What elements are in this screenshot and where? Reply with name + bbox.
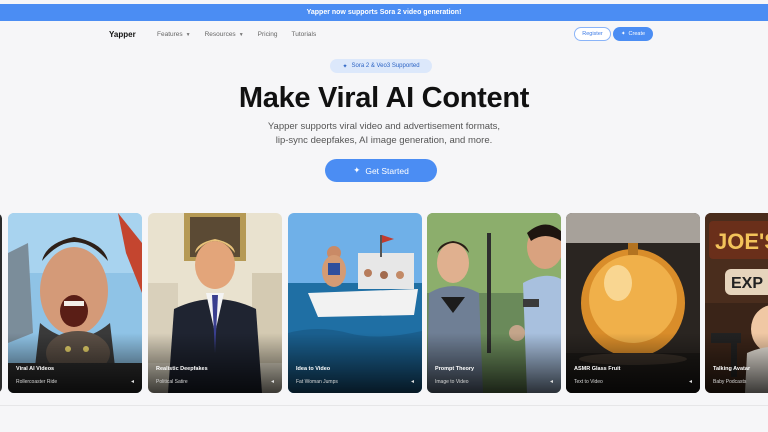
nav-features-label: Features xyxy=(157,31,183,38)
divider xyxy=(0,405,768,406)
card-title: Realistic Deepfakes xyxy=(156,366,208,372)
hero-subtitle-line-2: lip-sync deepfakes, AI image generation,… xyxy=(275,135,493,146)
carousel-card[interactable]: Idea to Video Fat Woman Jumps ◂ xyxy=(288,213,422,393)
example-carousel[interactable]: Viral AI Videos Rollercoaster Ride ◂ Rea… xyxy=(0,213,768,393)
hero-title: Make Viral AI Content xyxy=(238,82,530,114)
svg-text:EXP: EXP xyxy=(731,275,763,292)
get-started-label: Get Started xyxy=(365,165,409,176)
nav-resources-label: Resources xyxy=(204,31,236,38)
card-title: Prompt Theory xyxy=(435,366,475,372)
card-title: Viral AI Videos xyxy=(16,366,55,372)
card-title: Talking Avatar xyxy=(713,366,751,372)
nav-features[interactable]: Features ▼ xyxy=(157,31,191,38)
get-started-button[interactable]: ✦ Get Started xyxy=(325,159,437,182)
card-subtitle: Rollercoaster Ride xyxy=(16,379,58,385)
card-subtitle: Fat Woman Jumps xyxy=(296,379,338,385)
create-button[interactable]: ✦ Create xyxy=(613,27,653,41)
hero-subtitle: Yapper supports viral video and advertis… xyxy=(264,120,504,148)
announcement-text: Yapper now supports Sora 2 video generat… xyxy=(306,9,462,16)
carousel-card[interactable]: ASMR Glass Fruit Text to Video ◂ xyxy=(566,213,700,393)
nav-links: Features ▼ Resources ▼ Pricing Tutorials xyxy=(157,31,330,38)
svg-text:JOE'S: JOE'S xyxy=(715,229,768,254)
card-subtitle: Political Satire xyxy=(156,379,188,385)
speaker-icon[interactable]: ◂ xyxy=(411,378,414,385)
chevron-down-icon: ▼ xyxy=(185,31,191,38)
card-title: ASMR Glass Fruit xyxy=(574,366,621,372)
nav-tutorials[interactable]: Tutorials xyxy=(292,31,317,38)
card-subtitle: Text to Video xyxy=(574,379,603,385)
announcement-banner[interactable]: Yapper now supports Sora 2 video generat… xyxy=(0,4,768,21)
sparkle-icon: ✦ xyxy=(353,165,361,175)
hero-subtitle-line-1: Yapper supports viral video and advertis… xyxy=(267,121,501,132)
carousel-card[interactable]: Viral AI Videos Rollercoaster Ride ◂ xyxy=(8,213,142,393)
joes-neon-sign: JOE'S xyxy=(709,221,768,259)
card-subtitle: Baby Podcasts xyxy=(713,379,747,385)
supported-badge: ✦ Sora 2 & Veo3 Supported xyxy=(330,59,432,73)
speaker-icon[interactable]: ◂ xyxy=(131,378,134,385)
nav-tutorials-label: Tutorials xyxy=(291,31,317,38)
speaker-icon[interactable]: ◂ xyxy=(271,378,274,385)
supported-badge-label: Sora 2 & Veo3 Supported xyxy=(351,63,420,69)
nav-pricing-label: Pricing xyxy=(257,31,278,38)
nav-pricing[interactable]: Pricing xyxy=(258,31,278,38)
sparkle-icon: ✦ xyxy=(342,63,348,70)
create-label: Create xyxy=(628,31,646,37)
chevron-down-icon: ▼ xyxy=(238,31,244,38)
logo[interactable]: Yapper xyxy=(109,30,136,39)
carousel-card[interactable]: Prompt Theory Image to Video ◂ xyxy=(427,213,561,393)
register-button[interactable]: Register xyxy=(574,27,611,41)
card-subtitle: Image to Video xyxy=(435,379,469,385)
sparkle-icon: ✦ xyxy=(620,31,626,37)
speaker-icon[interactable]: ◂ xyxy=(550,378,553,385)
card-title: Idea to Video xyxy=(296,366,331,372)
speaker-icon[interactable]: ◂ xyxy=(689,378,692,385)
nav-resources[interactable]: Resources ▼ xyxy=(205,31,244,38)
register-label: Register xyxy=(582,31,603,37)
carousel-card[interactable]: Realistic Deepfakes Political Satire ◂ xyxy=(148,213,282,393)
carousel-card-partial[interactable] xyxy=(0,213,2,393)
carousel-card[interactable]: JOE'S EXP Talking Avatar Baby Podcasts xyxy=(705,213,768,393)
